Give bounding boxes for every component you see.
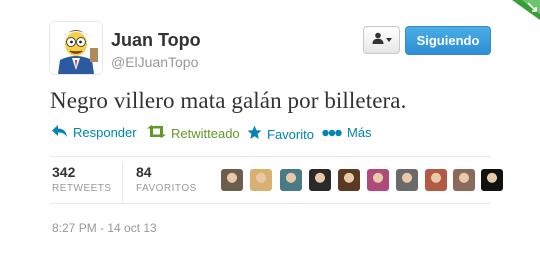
retweets-count: 342 — [52, 164, 76, 180]
stats-top-divider — [50, 156, 491, 157]
user-menu-button[interactable] — [363, 26, 400, 54]
star-icon — [247, 125, 262, 143]
retweet-action[interactable]: Retwitteado — [147, 125, 240, 141]
favoriter-avatar-6[interactable] — [367, 169, 389, 191]
favoriter-avatar-10[interactable] — [481, 169, 503, 191]
following-button[interactable]: Siguiendo — [405, 26, 491, 55]
favoriter-avatar-4[interactable] — [309, 169, 331, 191]
person-dropdown-icon — [372, 31, 384, 49]
favorites-label: FAVORITOS — [136, 183, 197, 194]
tweet-timestamp[interactable]: 8:27 PM - 14 oct 13 — [52, 221, 157, 235]
favorites-count: 84 — [136, 164, 152, 180]
more-action[interactable]: Más — [322, 125, 372, 140]
tweet-text: Negro villero mata galán por billetera. — [50, 88, 407, 113]
stats-separator — [122, 163, 123, 203]
display-name[interactable]: Juan Topo — [111, 30, 201, 51]
favoriter-avatar-5[interactable] — [338, 169, 360, 191]
favoriter-avatar-8[interactable] — [425, 169, 447, 191]
favoriter-avatar-7[interactable] — [396, 169, 418, 191]
more-label: Más — [347, 125, 372, 140]
retweets-label: RETWEETS — [52, 183, 112, 194]
retweet-icon — [147, 125, 166, 141]
favorite-label: Favorito — [267, 126, 314, 142]
favoriter-avatar-1[interactable] — [221, 169, 243, 191]
favoriter-avatar-2[interactable] — [250, 169, 272, 191]
favorite-action[interactable]: Favorito — [247, 125, 314, 143]
stats-bottom-divider — [50, 203, 491, 204]
reply-label: Responder — [73, 125, 137, 140]
retweet-label: Retwitteado — [171, 125, 240, 141]
retweets-stat[interactable]: 342 RETWEETS — [52, 164, 112, 194]
screen-name[interactable]: @ElJuanTopo — [111, 54, 198, 70]
reply-action[interactable]: Responder — [52, 125, 137, 140]
chevron-down-icon — [385, 38, 392, 42]
user-avatar[interactable] — [50, 22, 102, 74]
corner-arrow-icon — [506, 0, 540, 20]
favorites-stat[interactable]: 84 FAVORITOS — [136, 164, 197, 194]
favoriter-avatar-3[interactable] — [280, 169, 302, 191]
more-dots-icon — [322, 125, 342, 140]
favoriter-avatar-9[interactable] — [453, 169, 475, 191]
reply-icon — [52, 125, 68, 140]
